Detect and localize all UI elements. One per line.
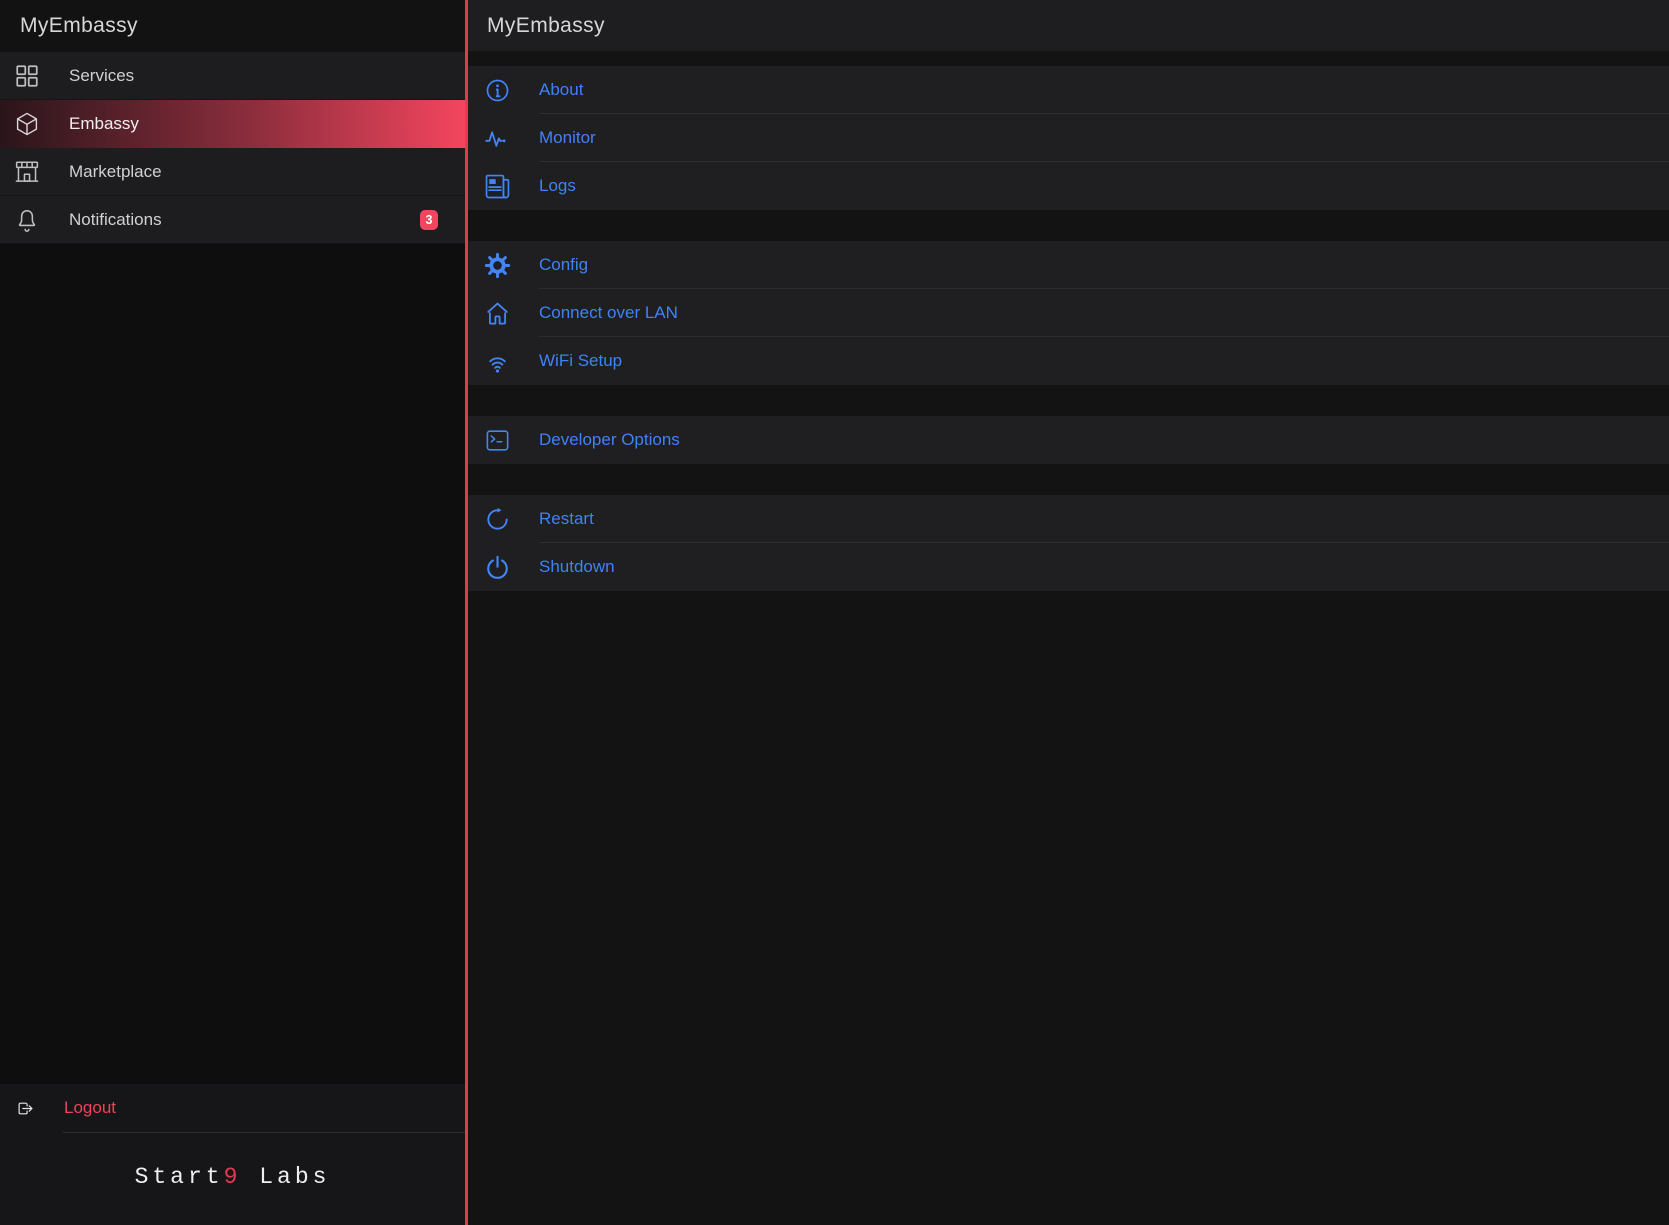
logout-icon [17,1100,34,1117]
sidebar-item-notifications[interactable]: Notifications 3 [0,196,465,244]
wifi-icon [484,348,511,375]
page-title: MyEmbassy [487,14,605,38]
information-circle-icon [484,77,511,104]
menu-item-label: Config [539,255,588,275]
menu-item-label: Connect over LAN [539,303,678,323]
gear-icon [484,252,511,279]
menu-item-wifi-setup[interactable]: WiFi Setup [468,337,1669,385]
sidebar-item-label: Services [69,66,134,86]
menu-group-network: Config Connect over LAN [468,241,1669,385]
sidebar-item-label: Notifications [69,210,162,230]
newspaper-icon [484,173,511,200]
brand-part2: Labs [241,1164,330,1190]
sidebar: MyEmbassy Services Embassy [0,0,465,1225]
sidebar-title: MyEmbassy [20,14,138,38]
menu-item-developer-options[interactable]: Developer Options [468,416,1669,464]
menu-item-label: Monitor [539,128,596,148]
brand-accent-9: 9 [224,1164,242,1190]
storefront-icon [14,159,40,185]
sidebar-item-label: Embassy [69,114,139,134]
menu-group-info: About Monitor [468,66,1669,210]
terminal-icon [484,427,511,454]
sidebar-spacer [0,244,465,1084]
logout-button[interactable]: Logout [0,1084,465,1132]
main-content: About Monitor [468,51,1669,622]
bell-icon [14,207,40,233]
menu-item-label: Developer Options [539,430,680,450]
menu-group-developer: Developer Options [468,416,1669,464]
menu-item-label: Logs [539,176,576,196]
cube-icon [14,111,40,137]
sidebar-header: MyEmbassy [0,0,465,52]
notification-count-badge: 3 [420,210,438,230]
main-header: MyEmbassy [468,0,1669,51]
brand-part1: Start [135,1164,224,1190]
grid-icon [14,63,40,89]
power-icon [484,554,511,581]
menu-item-config[interactable]: Config [468,241,1669,289]
menu-item-logs[interactable]: Logs [468,162,1669,210]
logout-label: Logout [64,1098,116,1118]
menu-item-connect-over-lan[interactable]: Connect over LAN [468,289,1669,337]
menu-group-power: Restart Shutdown [468,495,1669,591]
sidebar-item-embassy[interactable]: Embassy [0,100,465,148]
footer-divider [63,1132,465,1133]
refresh-icon [484,506,511,533]
menu-item-label: About [539,80,583,100]
sidebar-footer: Logout Start9 Labs [0,1084,465,1225]
menu-item-monitor[interactable]: Monitor [468,114,1669,162]
sidebar-item-label: Marketplace [69,162,162,182]
menu-item-label: Shutdown [539,557,615,577]
menu-item-restart[interactable]: Restart [468,495,1669,543]
main-panel: MyEmbassy About [468,0,1669,1225]
pulse-icon [484,125,511,152]
sidebar-item-marketplace[interactable]: Marketplace [0,148,465,196]
menu-item-shutdown[interactable]: Shutdown [468,543,1669,591]
menu-item-label: Restart [539,509,594,529]
start9-labs-logo: Start9 Labs [0,1164,465,1190]
menu-item-label: WiFi Setup [539,351,622,371]
menu-item-about[interactable]: About [468,66,1669,114]
home-icon [484,300,511,327]
sidebar-item-services[interactable]: Services [0,52,465,100]
